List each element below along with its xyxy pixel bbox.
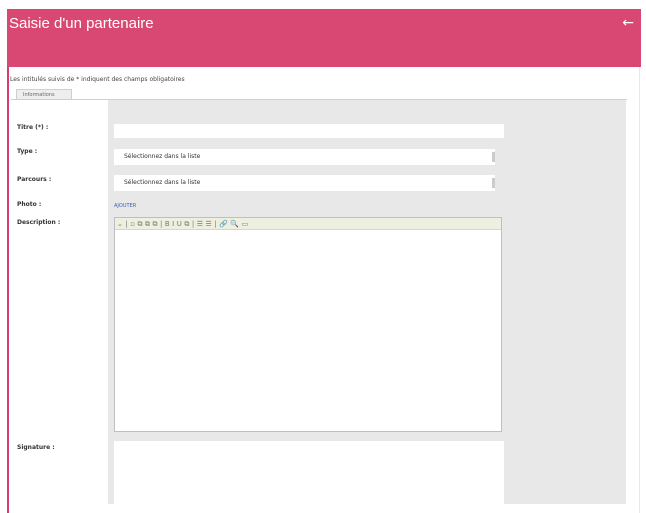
description-label: Description : xyxy=(17,219,61,226)
parcours-label: Parcours : xyxy=(17,176,52,183)
toolbar-button[interactable]: U xyxy=(177,218,183,230)
type-select-value: Sélectionnez dans la liste xyxy=(124,153,201,160)
toolbar-button[interactable]: 🔗 xyxy=(219,218,228,230)
parcours-select[interactable]: Sélectionnez dans la liste xyxy=(114,175,495,191)
photo-add-link[interactable]: AJOUTER xyxy=(114,203,136,209)
editor-toolbar: ⌄ | ▫ ⧉ ⧉ ⧉ | B I U ⧉ | ☰ ☰ | 🔗 🔍 ▭ xyxy=(115,218,501,230)
header-bar: Saisie d'un partenaire ← xyxy=(7,9,641,67)
toolbar-button[interactable]: ⧉ xyxy=(145,218,151,230)
required-fields-note: Les intitulés suivis de * indiquent des … xyxy=(10,76,185,83)
toolbar-button[interactable]: ☰ xyxy=(197,218,204,230)
toolbar-button[interactable]: | xyxy=(214,218,217,230)
toolbar-button[interactable]: | xyxy=(192,218,195,230)
signature-editor[interactable] xyxy=(114,441,504,505)
parcours-select-value: Sélectionnez dans la liste xyxy=(124,179,201,186)
signature-label: Signature : xyxy=(17,444,55,451)
photo-label: Photo : xyxy=(17,201,42,208)
parcours-select-handle xyxy=(492,178,495,188)
description-editor[interactable]: ⌄ | ▫ ⧉ ⧉ ⧉ | B I U ⧉ | ☰ ☰ | 🔗 🔍 ▭ xyxy=(114,217,502,432)
toolbar-button[interactable]: 🔍 xyxy=(230,218,239,230)
toolbar-button[interactable]: ▭ xyxy=(242,218,249,230)
tab-informations[interactable]: Informations xyxy=(16,89,72,99)
toolbar-button[interactable]: ⧉ xyxy=(137,218,143,230)
titre-label: Titre (*) : xyxy=(17,124,49,131)
form-right-margin xyxy=(505,100,626,504)
page-title: Saisie d'un partenaire xyxy=(9,15,154,32)
type-select-handle xyxy=(492,152,495,162)
back-arrow-icon[interactable]: ← xyxy=(622,15,634,31)
toolbar-button[interactable]: B xyxy=(165,218,170,230)
toolbar-button[interactable]: ⧉ xyxy=(152,218,158,230)
toolbar-button[interactable]: I xyxy=(172,218,175,230)
toolbar-button[interactable]: ▫ xyxy=(130,218,135,230)
toolbar-button[interactable]: ⧉ xyxy=(184,218,190,230)
toolbar-button[interactable]: | xyxy=(160,218,163,230)
titre-input[interactable] xyxy=(114,124,504,138)
toolbar-button[interactable]: ☰ xyxy=(206,218,213,230)
type-select[interactable]: Sélectionnez dans la liste xyxy=(114,149,495,165)
toolbar-button[interactable]: | xyxy=(125,218,128,230)
toolbar-button[interactable]: ⌄ xyxy=(117,218,123,230)
type-label: Type : xyxy=(17,148,38,155)
